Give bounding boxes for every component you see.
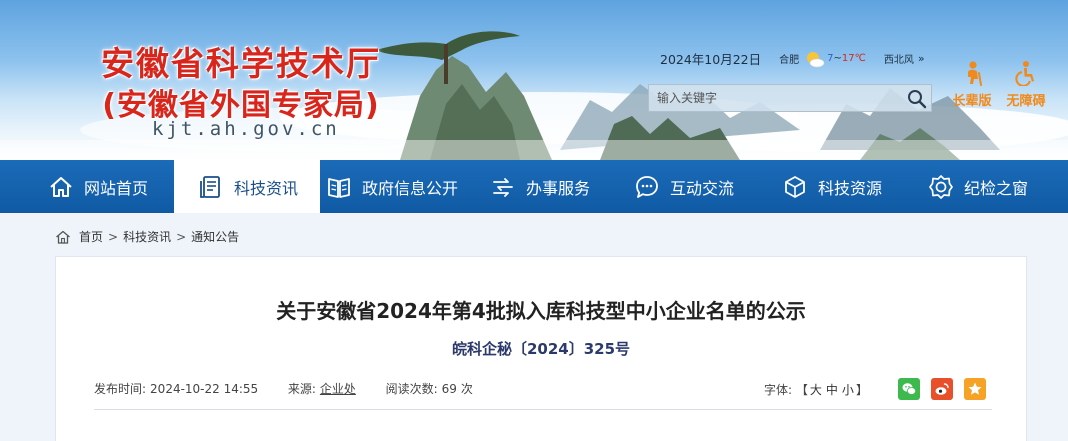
font-large-button[interactable]: 大 — [810, 383, 822, 397]
source-label: 来源: — [287, 382, 316, 396]
font-small-button[interactable]: 小 — [842, 383, 854, 397]
weather-city: 合肥 — [779, 55, 800, 66]
site-domain: kjt.ah.gov.cn — [152, 118, 340, 140]
weather-wind: 西北风 — [883, 55, 914, 66]
nav-label: 网站首页 — [84, 178, 149, 198]
breadcrumb-sep: > — [108, 229, 119, 244]
article-title: 关于安徽省2024年第4批拟入库科技型中小企业名单的公示 — [276, 299, 806, 323]
nav-item-tech-news[interactable]: 科技资讯 — [174, 160, 320, 213]
share-favorite-button[interactable] — [964, 378, 986, 400]
sun-cloud-icon — [807, 51, 825, 67]
views-unit: 次 — [460, 382, 473, 396]
search-input[interactable] — [649, 85, 899, 111]
nav-label: 政府信息公开 — [362, 178, 459, 198]
meta-divider — [94, 409, 992, 410]
nav-label: 科技资源 — [818, 178, 883, 198]
star-icon — [968, 382, 982, 395]
nav-label: 互动交流 — [670, 178, 735, 198]
breadcrumb-tech-news[interactable]: 科技资讯 — [123, 228, 171, 245]
temp-high: 17℃ — [841, 53, 866, 64]
views-count: 69 — [441, 382, 457, 396]
nav-item-home[interactable]: 网站首页 — [48, 160, 148, 213]
share-weibo-button[interactable] — [931, 378, 953, 400]
publish-label: 发布时间: — [94, 382, 147, 396]
font-bracket-open: 【 — [795, 383, 808, 397]
share-wechat-button[interactable] — [898, 378, 920, 400]
search-icon[interactable] — [905, 87, 929, 109]
shield-icon — [929, 174, 953, 199]
source-value[interactable]: 企业处 — [320, 382, 356, 396]
nav-item-resources[interactable]: 科技资源 — [782, 160, 882, 213]
breadcrumb-notices[interactable]: 通知公告 — [191, 228, 239, 245]
article-doc-number: 皖科企秘〔2024〕325号 — [451, 340, 631, 358]
news-icon — [200, 175, 220, 198]
publish-time: 2024-10-22 14:55 — [150, 382, 259, 396]
accessibility-label: 无障碍 — [1006, 94, 1046, 109]
current-date: 2024年10月22日 — [660, 52, 762, 67]
elder-icon — [968, 61, 982, 86]
cube-icon — [785, 175, 805, 198]
views-label: 阅读次数: — [385, 382, 438, 396]
chat-icon — [636, 175, 658, 198]
top-info-bar: 2024年10月22日 合肥 7~17℃ 西北风 » — [660, 49, 925, 68]
weather-temp: 7~17℃ — [827, 53, 866, 64]
site-title: 安徽省科学技术厅 (安徽省外国专家局) — [86, 44, 396, 126]
elder-mode-button[interactable]: 长辈版 — [944, 60, 1000, 109]
weather-more-link[interactable]: » — [918, 52, 925, 65]
wheelchair-icon — [1015, 61, 1034, 86]
book-icon — [328, 177, 350, 198]
article-panel: 关于安徽省2024年第4批拟入库科技型中小企业名单的公示 皖科企秘〔2024〕3… — [55, 256, 1027, 441]
breadcrumb-home[interactable]: 首页 — [79, 228, 103, 245]
home-icon — [50, 176, 72, 197]
breadcrumb: 首页 > 科技资讯 > 通知公告 — [55, 228, 239, 245]
font-size-label: 字体: — [764, 383, 793, 397]
main-nav: 网站首页 科技资讯 政府信息公开 办事服务 互动交流 科技资源 纪检之窗 — [0, 160, 1068, 213]
site-title-main: 安徽省科学技术厅 — [101, 44, 381, 83]
wechat-icon — [902, 383, 917, 395]
article-meta: 发布时间: 2024-10-22 14:55 来源: 企业处 阅读次数: 69 次 — [94, 380, 477, 397]
nav-label: 科技资讯 — [234, 178, 299, 198]
header-banner: 安徽省科学技术厅 (安徽省外国专家局) kjt.ah.gov.cn 2024年1… — [0, 0, 1068, 160]
search-box — [648, 84, 932, 112]
font-medium-button[interactable]: 中 — [826, 383, 838, 397]
service-icon — [493, 177, 513, 197]
weibo-icon — [935, 383, 949, 395]
home-icon — [56, 230, 70, 244]
nav-label: 纪检之窗 — [964, 178, 1029, 198]
nav-item-gov-info[interactable]: 政府信息公开 — [326, 160, 458, 213]
nav-item-interaction[interactable]: 互动交流 — [634, 160, 734, 213]
nav-item-discipline[interactable]: 纪检之窗 — [928, 160, 1028, 213]
font-size-switcher: 字体: 【大中小】 — [764, 381, 868, 398]
font-bracket-close: 】 — [855, 383, 868, 397]
breadcrumb-sep: > — [176, 229, 187, 244]
temp-separator: ~ — [833, 53, 842, 64]
accessibility-button[interactable]: 无障碍 — [998, 60, 1054, 109]
nav-label: 办事服务 — [526, 178, 591, 198]
elder-mode-label: 长辈版 — [952, 94, 992, 109]
nav-item-services[interactable]: 办事服务 — [490, 160, 590, 213]
